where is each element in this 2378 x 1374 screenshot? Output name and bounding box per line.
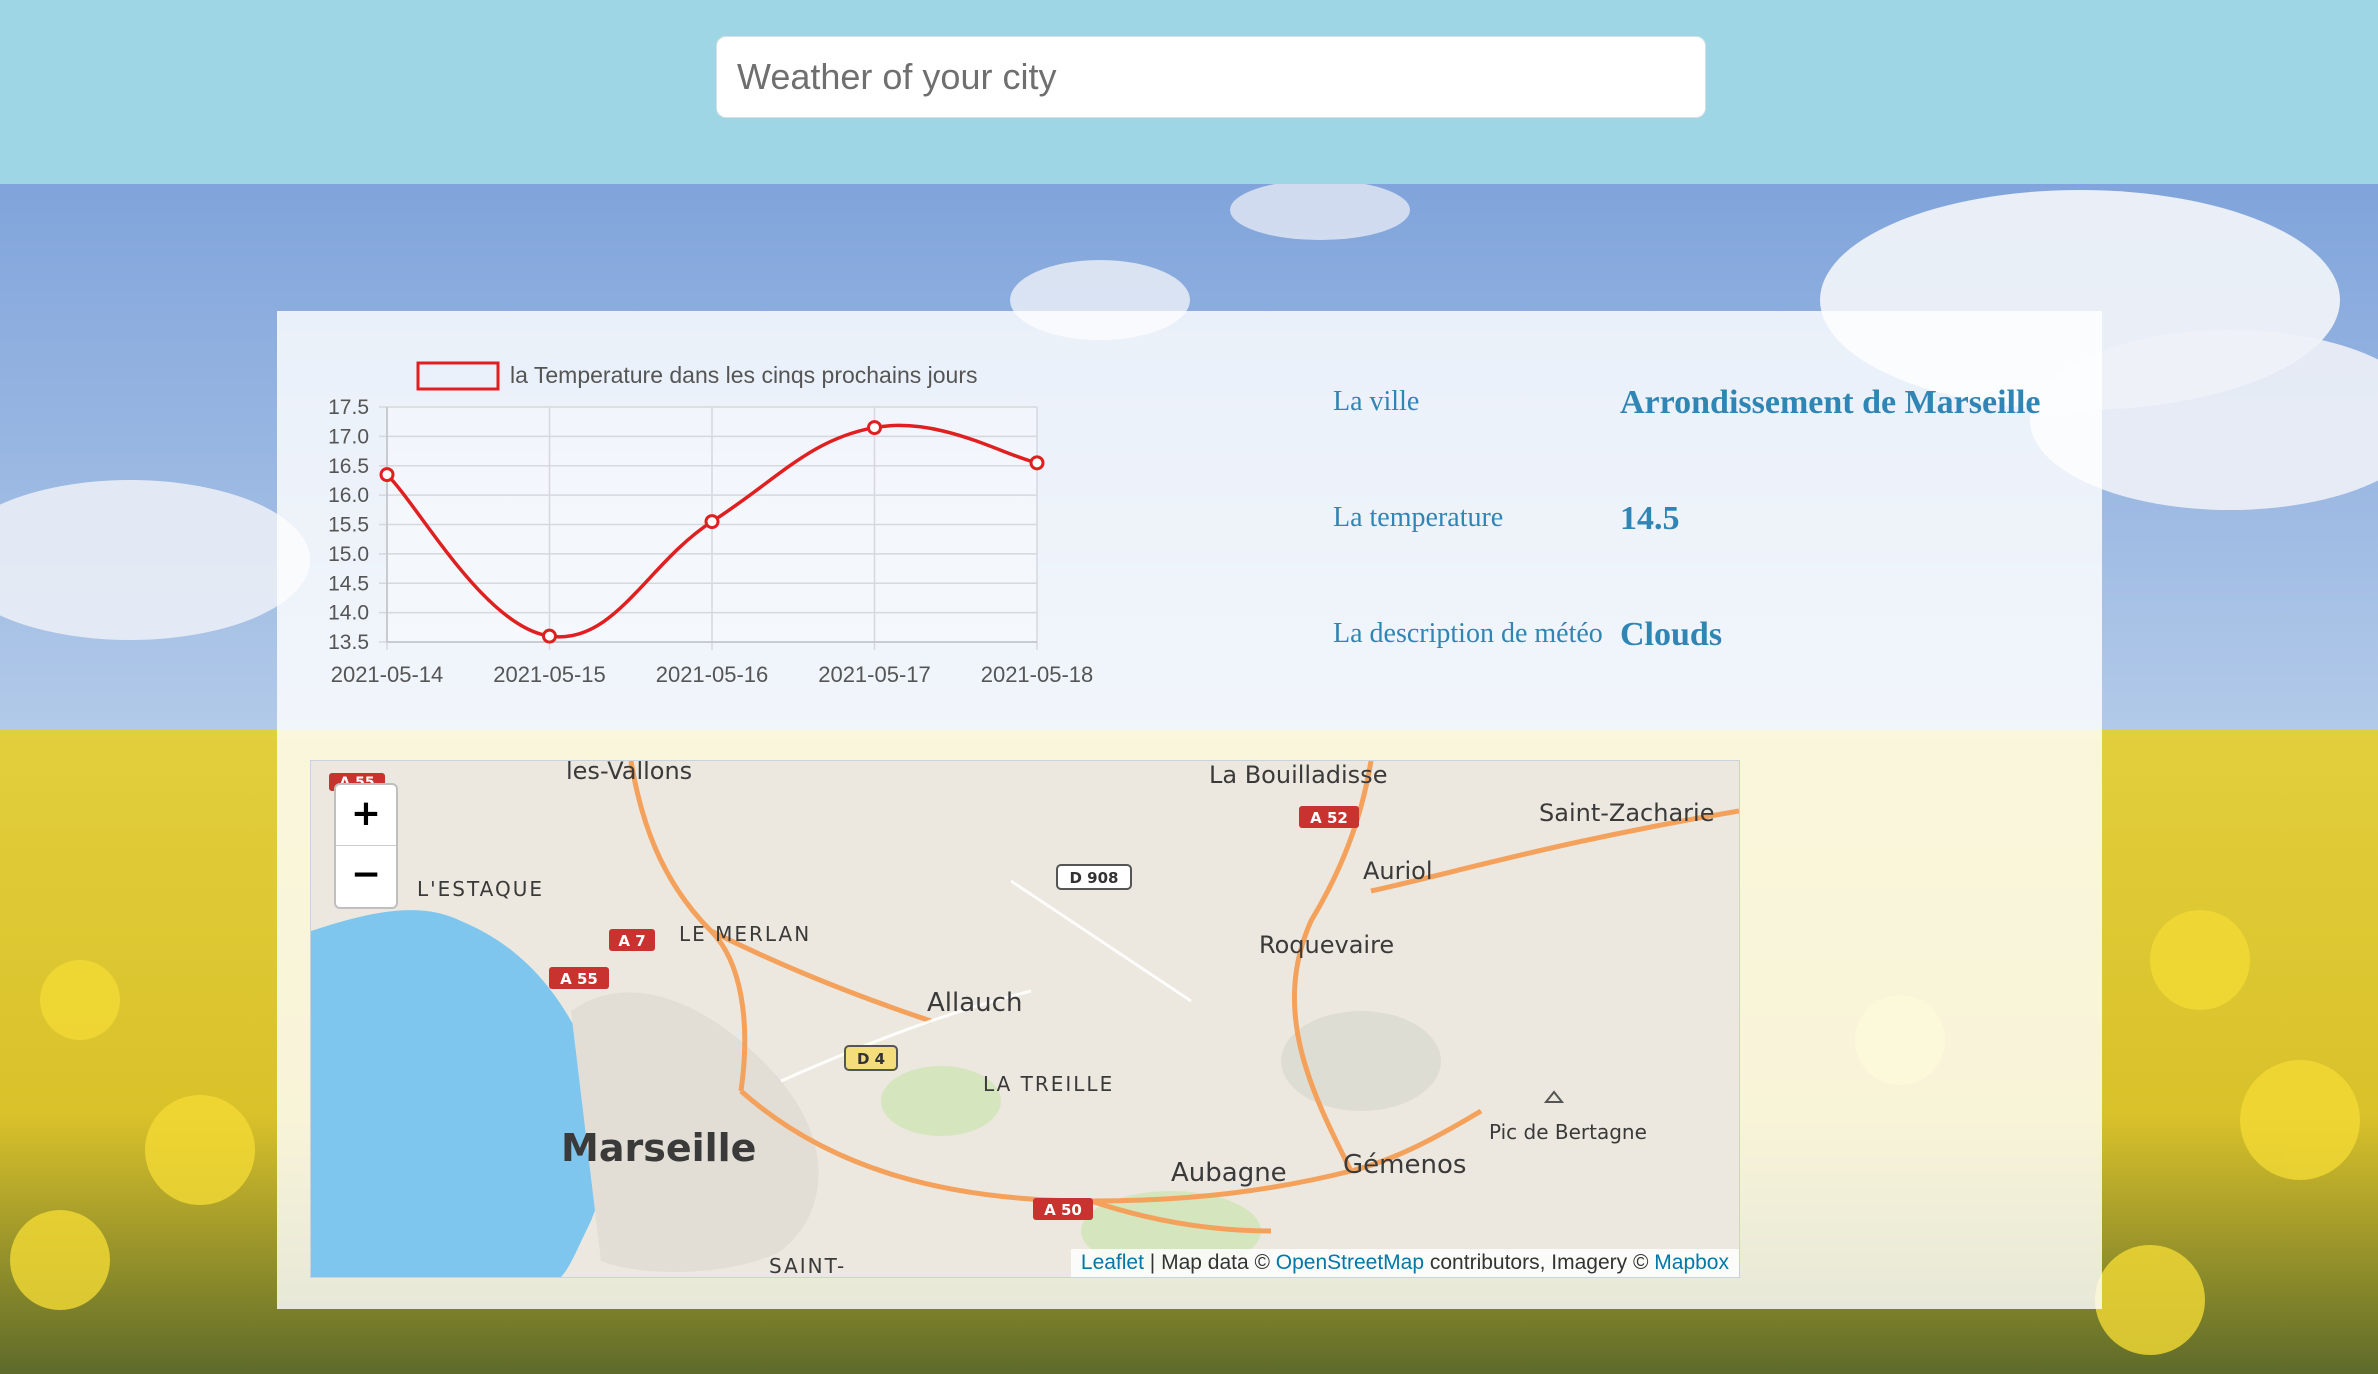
zoom-control: + −: [334, 783, 398, 909]
map[interactable]: A 55 A 7 A 55 A 52 A 50 D 908 D 4 les-Va…: [310, 760, 1740, 1278]
place-roquevaire: Roquevaire: [1259, 931, 1394, 959]
y-tick-label: 15.5: [328, 514, 369, 537]
data-point: [867, 420, 882, 436]
zoom-in-button[interactable]: +: [336, 785, 396, 846]
y-tick-label: 17.0: [328, 425, 369, 448]
data-point: [379, 467, 395, 483]
mountain-peak-icon: [1543, 1090, 1565, 1103]
mapbox-link[interactable]: Mapbox: [1654, 1251, 1729, 1274]
place-pic-de-bertagne: Pic de Bertagne: [1489, 1120, 1647, 1144]
zoom-out-button[interactable]: −: [336, 846, 396, 906]
y-tick-label: 17.5: [328, 396, 369, 419]
description-label: La description de météo: [1333, 618, 1603, 649]
temperature-chart: 17.5 17.0 16.5 16.0 15.5 15.0 14.5 14.0 13.5 2021…: [328, 361, 1094, 687]
place-saint-zacharie: Saint-Zacharie: [1539, 799, 1714, 827]
city-search-input[interactable]: [716, 36, 1706, 118]
road-badge-d4: D 4: [844, 1045, 898, 1071]
x-tick-label: 2021-05-14: [331, 662, 444, 687]
place-auriol: Auriol: [1363, 857, 1433, 885]
x-tick-label: 2021-05-18: [981, 662, 1094, 687]
leaflet-link[interactable]: Leaflet: [1081, 1251, 1144, 1274]
place-aubagne: Aubagne: [1171, 1158, 1287, 1188]
road-badge-d908: D 908: [1056, 864, 1132, 890]
svg-text:A 50: A 50: [1044, 1201, 1082, 1219]
openstreetmap-link[interactable]: OpenStreetMap: [1276, 1251, 1424, 1274]
place-la-treille: LA TREILLE: [983, 1072, 1114, 1096]
city-label: La ville: [1333, 386, 1420, 417]
description-value: Clouds: [1620, 616, 1723, 653]
y-tick-label: 14.5: [328, 572, 369, 595]
x-tick-label: 2021-05-17: [818, 662, 931, 687]
legend-label: la Temperature dans les cinqs prochains …: [510, 362, 978, 388]
temperature-value: 14.5: [1620, 500, 1680, 537]
place-la-bouilladisse: La Bouilladisse: [1209, 761, 1387, 789]
place-gemenos: Gémenos: [1343, 1150, 1466, 1180]
road-badge-a50: A 50: [1033, 1198, 1093, 1220]
svg-text:A 52: A 52: [1310, 809, 1348, 827]
place-le-merlan: LE MERLAN: [679, 922, 811, 946]
x-tick-label: 2021-05-15: [493, 662, 606, 687]
data-point: [1029, 455, 1045, 471]
sea-area: [311, 910, 606, 1277]
road-badge-a7: A 7: [609, 929, 655, 951]
legend-swatch: [416, 361, 500, 391]
attribution-separator: | Map data ©: [1143, 1251, 1276, 1274]
city-value: Arrondissement de Marseille: [1620, 384, 2041, 421]
road-badge-a52: A 52: [1299, 806, 1359, 828]
svg-text:D 908: D 908: [1070, 869, 1119, 887]
data-point: [704, 514, 720, 530]
place-les-vallons: les-Vallons: [566, 761, 692, 785]
y-tick-label: 16.0: [328, 484, 369, 507]
x-tick-label: 2021-05-16: [656, 662, 769, 687]
place-allauch: Allauch: [927, 988, 1022, 1018]
header-bar: [0, 0, 2378, 184]
place-saint: SAINT-: [769, 1254, 846, 1277]
place-marseille: Marseille: [561, 1126, 756, 1170]
road-badge-a55: A 55: [549, 967, 609, 989]
y-tick-label: 14.0: [328, 602, 369, 625]
data-point: [542, 628, 557, 644]
svg-text:A 55: A 55: [560, 970, 598, 988]
attribution-middle: contributors, Imagery ©: [1424, 1251, 1655, 1274]
y-tick-label: 15.0: [328, 543, 369, 566]
map-attribution: Leaflet | Map data © OpenStreetMap contr…: [1070, 1249, 1739, 1277]
place-lestaque: L'ESTAQUE: [417, 877, 544, 901]
temperature-label: La temperature: [1333, 502, 1504, 533]
y-tick-label: 16.5: [328, 455, 369, 478]
y-tick-label: 13.5: [328, 631, 369, 654]
map-tiles[interactable]: A 55 A 7 A 55 A 52 A 50 D 908 D 4 les-Va…: [311, 761, 1739, 1277]
svg-text:A 7: A 7: [618, 932, 645, 950]
svg-text:D 4: D 4: [857, 1050, 885, 1068]
